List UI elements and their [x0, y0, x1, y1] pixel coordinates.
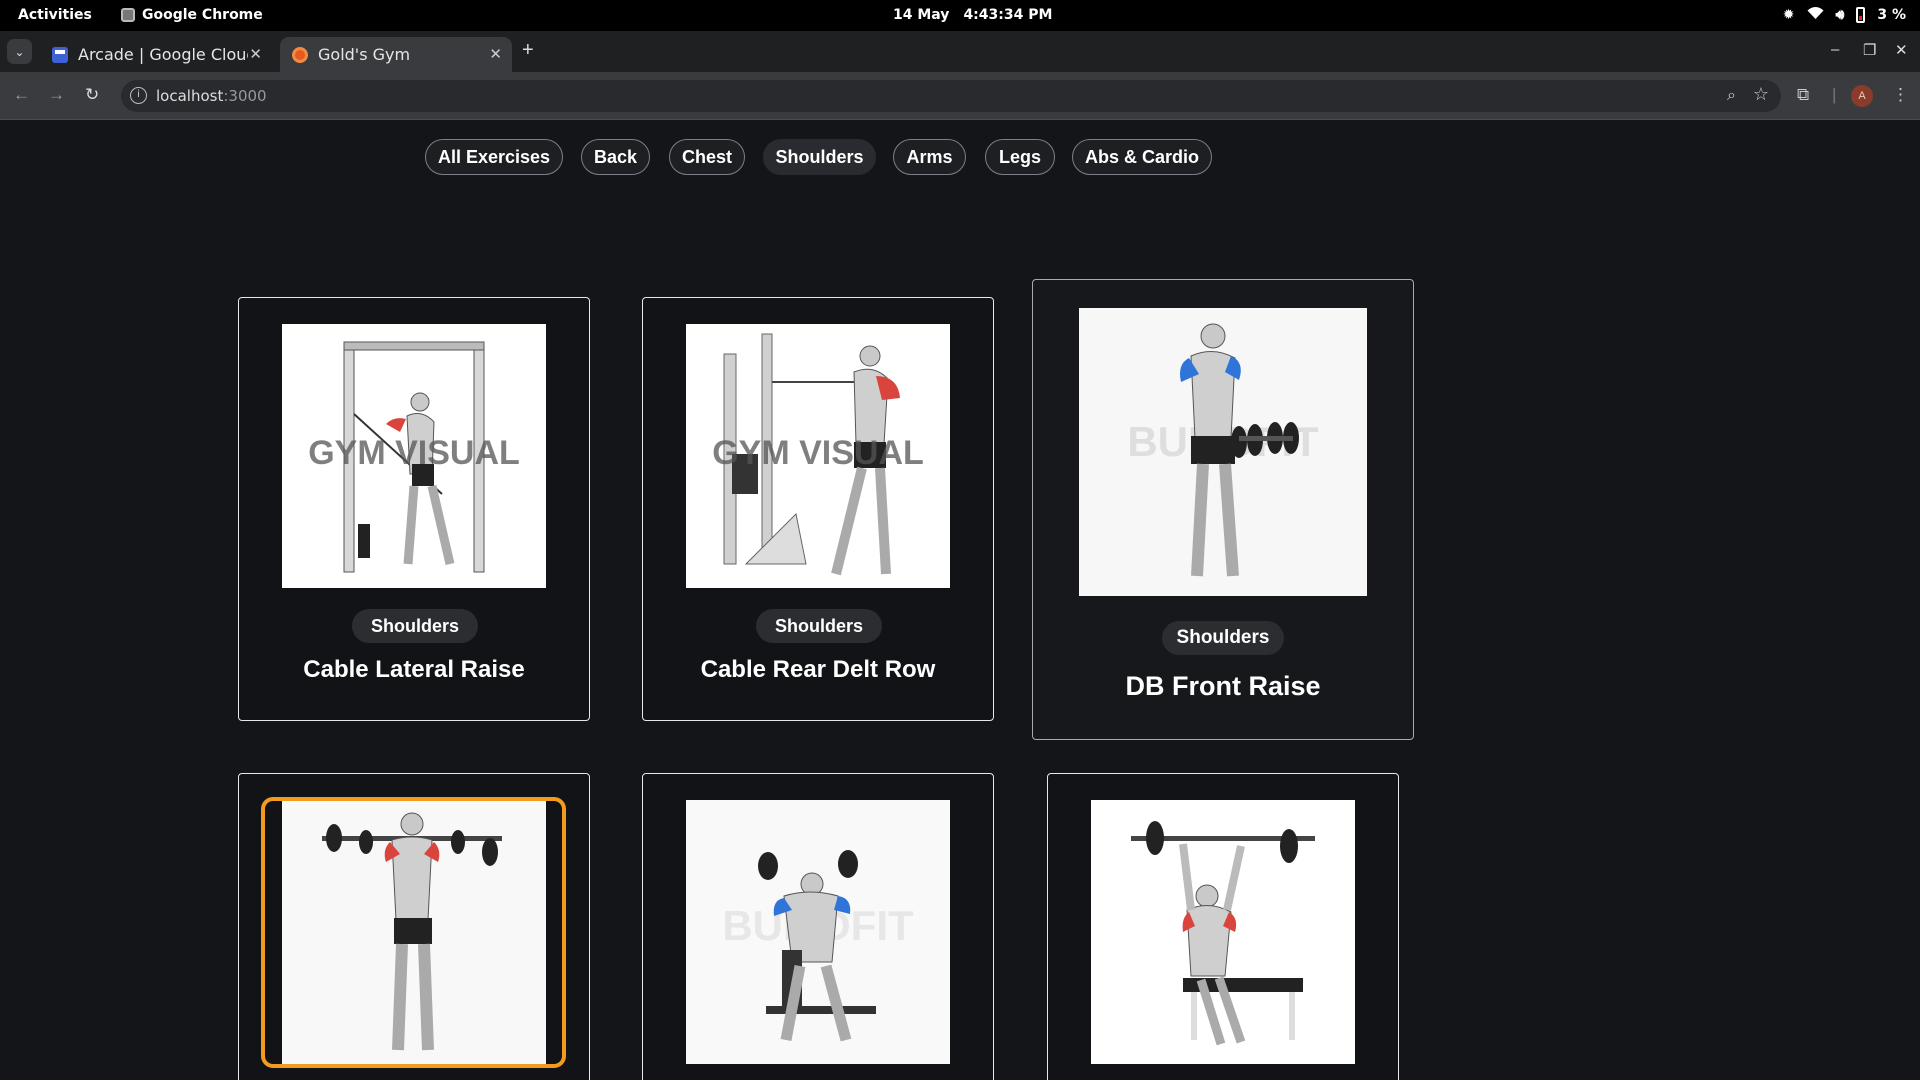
close-tab-icon[interactable]: ✕	[489, 45, 502, 63]
close-tab-icon[interactable]: ✕	[249, 45, 262, 63]
exercise-image: BUILDFIT	[686, 800, 950, 1064]
exercise-card[interactable]: GYM VISUAL Shoulders Cable Rear Delt Row	[642, 297, 994, 721]
watermark-text: GYM VISUAL	[308, 434, 520, 472]
restore-icon[interactable]: ❐	[1863, 41, 1876, 59]
toolbar-divider: |	[1832, 85, 1837, 104]
tab-strip: ⌄ Arcade | Google Cloud ✕ Gold's Gym ✕ +…	[0, 31, 1920, 72]
system-top-bar: Activities Google Chrome 14 May 4:43:34 …	[0, 0, 1920, 31]
brightness-icon: ✹	[1782, 7, 1795, 23]
exercise-image	[1091, 800, 1355, 1064]
address-bar[interactable]: i localhost:3000 ⌕ ☆	[121, 80, 1781, 112]
app-name: Google Chrome	[142, 7, 263, 23]
exercise-card[interactable]	[1047, 773, 1399, 1080]
filter-shoulders[interactable]: Shoulders	[763, 139, 876, 175]
tab-arcade[interactable]: Arcade | Google Cloud ✕	[40, 37, 272, 72]
clock[interactable]: 14 May 4:43:34 PM	[893, 7, 1052, 23]
exercise-name: Cable Rear Delt Row	[700, 656, 936, 683]
volume-icon: 🔊︎	[1835, 7, 1845, 23]
system-tray[interactable]: ✹ 🔊︎ 3 %	[1783, 6, 1906, 24]
arcade-favicon-icon	[52, 46, 68, 63]
battery-icon	[1856, 7, 1866, 23]
extensions-icon[interactable]: ⧉	[1797, 85, 1809, 105]
app-menu[interactable]: Google Chrome	[121, 7, 263, 23]
tab-title: Arcade | Google Cloud	[78, 45, 248, 64]
tab-title: Gold's Gym	[318, 45, 411, 64]
exercise-name: Cable Lateral Raise	[303, 656, 525, 683]
exercise-image: GYM VISUAL	[282, 324, 546, 588]
activities-button[interactable]: Activities	[18, 7, 92, 23]
filter-legs[interactable]: Legs	[985, 139, 1055, 175]
golds-gym-favicon-icon	[292, 46, 308, 63]
chrome-app-icon	[121, 8, 135, 22]
category-badge: Shoulders	[756, 609, 882, 643]
reload-icon[interactable]: ↻	[85, 85, 99, 105]
filter-abs-cardio[interactable]: Abs & Cardio	[1072, 139, 1212, 175]
url-text: localhost:3000	[156, 87, 267, 105]
filter-all-exercises[interactable]: All Exercises	[425, 139, 563, 175]
more-menu-icon[interactable]: ⋮	[1892, 85, 1909, 105]
keyboard-focus-ring	[261, 797, 566, 1068]
category-badge: Shoulders	[352, 609, 478, 643]
wifi-icon	[1807, 6, 1824, 24]
url-host: localhost	[156, 87, 224, 105]
profile-avatar[interactable]: A	[1851, 85, 1873, 107]
filter-arms[interactable]: Arms	[893, 139, 966, 175]
bookmark-star-icon[interactable]: ☆	[1753, 84, 1769, 105]
site-info-icon[interactable]: i	[130, 87, 147, 104]
new-tab-icon[interactable]: +	[522, 39, 534, 62]
page-content: All Exercises Back Chest Shoulders Arms …	[0, 121, 1920, 1080]
exercise-card[interactable]: GYM VISUAL Shoulders Cable Lateral Raise	[238, 297, 590, 721]
zoom-icon[interactable]: ⌕	[1727, 85, 1736, 105]
watermark-text: GYM VISUAL	[712, 434, 924, 472]
tab-golds-gym[interactable]: Gold's Gym ✕	[280, 37, 512, 72]
minimize-icon[interactable]: –	[1831, 41, 1839, 58]
battery-percent: 3 %	[1877, 7, 1906, 23]
exercise-image: GYM VISUAL	[686, 324, 950, 588]
close-window-icon[interactable]: ✕	[1895, 41, 1908, 59]
filter-back[interactable]: Back	[581, 139, 650, 175]
exercise-name: DB Front Raise	[1125, 671, 1321, 701]
forward-arrow-icon[interactable]: →	[48, 85, 65, 105]
tab-search-button[interactable]: ⌄	[7, 39, 32, 64]
back-arrow-icon[interactable]: ←	[13, 85, 30, 105]
filter-chest[interactable]: Chest	[669, 139, 745, 175]
time-label: 4:43:34 PM	[963, 7, 1053, 23]
category-badge: Shoulders	[1162, 621, 1284, 655]
browser-toolbar: ← → ↻ i localhost:3000 ⌕ ☆ ⧉ | A ⋮	[0, 72, 1920, 120]
exercise-card[interactable]: BUILDFIT	[642, 773, 994, 1080]
exercise-image: BUILDFIT	[1079, 308, 1367, 596]
date-label: 14 May	[893, 7, 950, 23]
url-port: :3000	[223, 87, 267, 105]
exercise-card[interactable]: BUILDFIT Shoulders DB Front Raise	[1032, 279, 1414, 740]
